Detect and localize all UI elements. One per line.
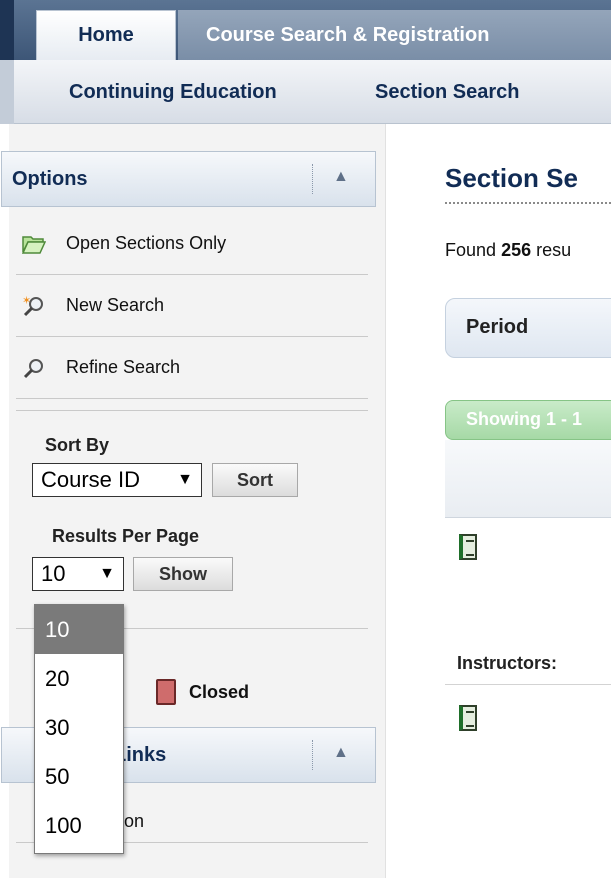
dropdown-option-10[interactable]: 10 [35,605,123,654]
tab-home[interactable]: Home [36,10,176,60]
subnav-section-search[interactable]: Section Search [375,81,520,104]
folder-open-icon [22,236,46,254]
results-table-header [445,440,611,518]
collapse-up-icon[interactable]: ▲ [333,168,349,186]
options-divider [16,410,368,411]
new-search-link[interactable]: ✶ New Search [16,275,368,337]
sort-button[interactable]: Sort [212,463,298,497]
instructors-divider [445,684,611,685]
showing-range-bar: Showing 1 - 1 [445,400,611,440]
open-sections-only-link[interactable]: Open Sections Only [16,213,368,275]
found-count: 256 [501,240,532,260]
new-search-label: New Search [66,295,165,315]
chevron-down-icon: ▼ [177,471,193,488]
refine-search-link[interactable]: Refine Search [16,337,368,399]
period-filter-header[interactable]: Period [445,298,611,358]
page-title: Section Se [445,163,578,193]
top-nav: Home Course Search & Registration [0,0,611,60]
results-summary: Found 256 resu [445,240,571,261]
new-search-icon: ✶ [22,295,43,317]
book-open-icon[interactable] [459,705,477,731]
sub-nav-edge [0,60,14,124]
results-per-page-label: Results Per Page [52,526,200,546]
book-open-icon[interactable] [459,534,477,560]
sub-nav: Continuing Education Section Search [0,60,611,124]
options-panel-header[interactable]: Options ▲ [1,151,376,207]
collapse-up-icon[interactable]: ▲ [333,744,349,762]
period-label: Period [466,316,529,338]
chevron-down-icon: ▼ [99,565,115,582]
legend-closed-label: Closed [189,682,250,702]
results-per-page-dropdown[interactable]: 10 20 30 50 100 [34,604,124,854]
panel-header-divider [312,740,313,770]
open-sections-only-label: Open Sections Only [66,233,227,253]
sort-by-value: Course ID [41,467,141,492]
instructors-label: Instructors: [457,653,558,673]
svg-text:✶: ✶ [22,295,31,307]
show-button[interactable]: Show [133,557,233,591]
dropdown-option-100[interactable]: 100 [35,801,123,850]
tab-course-search-registration[interactable]: Course Search & Registration [178,10,611,60]
top-nav-edge [0,0,14,60]
results-per-page-select[interactable]: 10 ▼ [32,557,124,591]
title-underline [445,202,611,204]
sort-by-label: Sort By [45,435,110,455]
showing-range-text: Showing 1 - 1 [466,409,583,429]
panel-header-divider [312,164,313,194]
magnifier-icon [23,359,43,379]
refine-search-label: Refine Search [66,357,181,377]
dropdown-option-20[interactable]: 20 [35,654,123,703]
found-prefix: Found [445,240,497,260]
dropdown-option-30[interactable]: 30 [35,703,123,752]
sort-by-select[interactable]: Course ID ▼ [32,463,202,497]
options-panel-title: Options [12,168,88,190]
found-suffix: resu [536,240,572,260]
dropdown-option-50[interactable]: 50 [35,752,123,801]
closed-book-icon [156,679,176,705]
results-per-page-value: 10 [41,561,66,586]
subnav-continuing-education[interactable]: Continuing Education [69,81,277,104]
